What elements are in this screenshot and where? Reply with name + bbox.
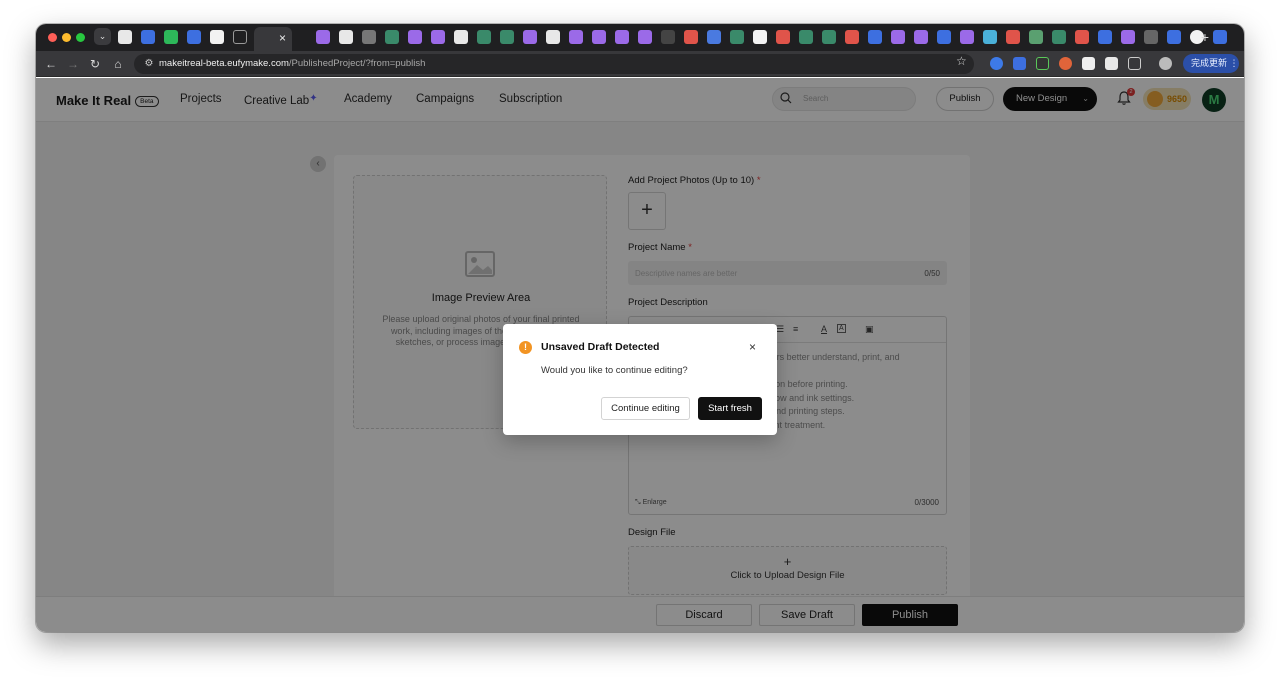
tab-favicon[interactable] (454, 30, 468, 44)
tab-favicon[interactable] (799, 30, 813, 44)
tab-favicon[interactable] (891, 30, 905, 44)
profile-avatar-icon[interactable] (1159, 57, 1172, 70)
tab-favicon[interactable] (1029, 30, 1043, 44)
back-arrow-icon[interactable]: ← (42, 55, 60, 73)
tab-favicon[interactable] (776, 30, 790, 44)
tab-favicon[interactable] (1213, 30, 1227, 44)
tab-favicons-more (316, 30, 1227, 44)
unsaved-draft-dialog: ! Unsaved Draft Detected × Would you lik… (503, 324, 777, 435)
extension-icon[interactable] (1105, 57, 1118, 70)
tab-favicon[interactable] (210, 30, 224, 44)
tab-favicon[interactable] (339, 30, 353, 44)
tab-favicon[interactable] (1167, 30, 1181, 44)
tab-favicon[interactable] (431, 30, 445, 44)
tab-favicon[interactable] (730, 30, 744, 44)
tab-favicon[interactable] (118, 30, 132, 44)
tab-favicon[interactable] (753, 30, 767, 44)
tab-favicon[interactable] (615, 30, 629, 44)
tab-favicon[interactable] (1052, 30, 1066, 44)
extension-icon[interactable] (1059, 57, 1072, 70)
tab-favicon[interactable] (316, 30, 330, 44)
tab-favicon[interactable] (569, 30, 583, 44)
update-browser-button[interactable]: 完成更新 ⋮ (1183, 54, 1239, 73)
tab-favicon[interactable] (500, 30, 514, 44)
browser-window: ⌄ × + ← → ↻ ⌂ ⚙ makeitreal-beta.eufymake… (36, 24, 1244, 632)
extension-icon[interactable] (990, 57, 1003, 70)
start-fresh-button[interactable]: Start fresh (698, 397, 762, 420)
tab-favicon[interactable] (1098, 30, 1112, 44)
tab-favicon[interactable] (1144, 30, 1158, 44)
tab-favicon[interactable] (187, 30, 201, 44)
tab-favicon[interactable] (523, 30, 537, 44)
tab-favicons (118, 30, 247, 44)
page: Make It Real Beta Projects Creative Lab✦ … (36, 78, 1244, 632)
tab-favicon[interactable] (960, 30, 974, 44)
close-window-button[interactable] (48, 33, 57, 42)
tab-favicon[interactable] (661, 30, 675, 44)
tab-favicon[interactable] (408, 30, 422, 44)
tab-favicon[interactable] (937, 30, 951, 44)
tab-favicon[interactable] (1006, 30, 1020, 44)
new-tab-button[interactable]: + (1195, 27, 1215, 47)
tab-strip: ⌄ × + (36, 24, 1244, 51)
url-path: /PublishedProject/?from=publish (288, 58, 426, 69)
extension-icon[interactable] (1036, 57, 1049, 70)
continue-editing-button[interactable]: Continue editing (601, 397, 690, 420)
translate-extension-icon[interactable] (1013, 57, 1026, 70)
tab-favicon[interactable] (362, 30, 376, 44)
tab-search-icon[interactable]: ⌄ (94, 28, 111, 45)
maximize-window-button[interactable] (76, 33, 85, 42)
forward-arrow-icon[interactable]: → (64, 55, 82, 73)
home-icon[interactable]: ⌂ (109, 55, 127, 73)
tab-favicon[interactable] (1121, 30, 1135, 44)
url-text: makeitreal-beta.eufymake.com/PublishedPr… (159, 57, 425, 71)
tab-favicon[interactable] (1075, 30, 1089, 44)
tab-favicon[interactable] (983, 30, 997, 44)
tab-close-icon[interactable]: × (279, 31, 286, 45)
active-tab[interactable]: × (254, 27, 292, 51)
tab-favicon[interactable] (546, 30, 560, 44)
tab-favicon[interactable] (592, 30, 606, 44)
tab-favicon[interactable] (477, 30, 491, 44)
reload-icon[interactable]: ↻ (86, 55, 104, 73)
tab-favicon[interactable] (822, 30, 836, 44)
tab-favicon[interactable] (638, 30, 652, 44)
url-host: makeitreal-beta.eufymake.com (159, 58, 289, 69)
dialog-title: Unsaved Draft Detected (541, 341, 660, 353)
tab-favicon[interactable] (141, 30, 155, 44)
tab-favicon[interactable] (164, 30, 178, 44)
tab-favicon[interactable] (684, 30, 698, 44)
tab-favicon[interactable] (914, 30, 928, 44)
extension-icon[interactable] (1082, 57, 1095, 70)
browser-toolbar: ← → ↻ ⌂ ⚙ makeitreal-beta.eufymake.com/P… (36, 51, 1244, 77)
site-info-icon[interactable]: ⚙ (142, 57, 156, 71)
tab-favicon[interactable] (707, 30, 721, 44)
minimize-window-button[interactable] (62, 33, 71, 42)
tab-favicon[interactable] (868, 30, 882, 44)
tab-favicon[interactable] (233, 30, 247, 44)
tab-favicon[interactable] (845, 30, 859, 44)
warning-icon: ! (519, 341, 532, 354)
address-bar[interactable]: ⚙ makeitreal-beta.eufymake.com/Published… (134, 54, 974, 74)
extensions-puzzle-icon[interactable] (1128, 57, 1141, 70)
close-icon[interactable]: × (749, 340, 756, 354)
tab-favicon[interactable] (385, 30, 399, 44)
dialog-message: Would you like to continue editing? (541, 365, 688, 376)
bookmark-star-icon[interactable]: ☆ (956, 54, 967, 68)
